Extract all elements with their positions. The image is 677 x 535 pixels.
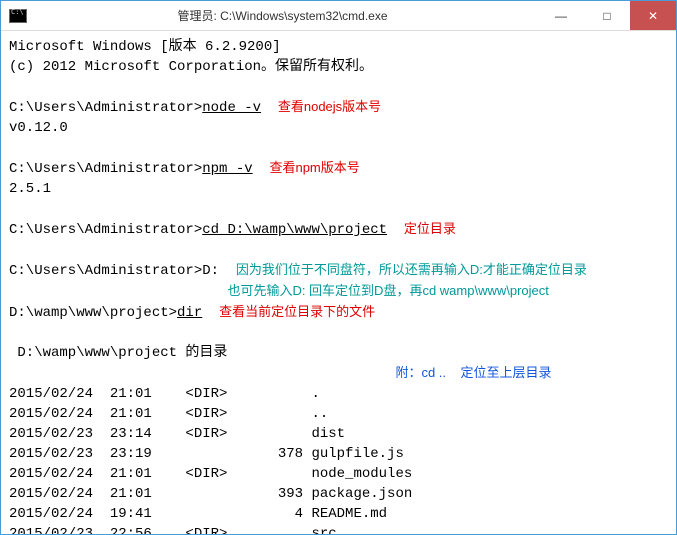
terminal-output[interactable]: Microsoft Windows [版本 6.2.9200] (c) 2012…: [1, 31, 676, 534]
out-node: v0.12.0: [9, 120, 68, 136]
prompt: C:\Users\Administrator>: [9, 263, 202, 279]
cmd-drive: D:: [202, 263, 219, 279]
cmd-icon: [9, 9, 27, 23]
window-title: 管理员: C:\Windows\system32\cmd.exe: [27, 7, 538, 24]
anno-drive-1: 因为我们位于不同盘符，所以还需再输入D:才能正确定位目录: [236, 262, 587, 277]
header-line-2: (c) 2012 Microsoft Corporation。保留所有权利。: [9, 59, 373, 75]
prompt: D:\wamp\www\project>: [9, 305, 177, 321]
dir-row: 2015/02/23 23:14 <DIR> dist: [9, 426, 345, 442]
cmd-node-v: node -v: [202, 100, 261, 116]
header-line-1: Microsoft Windows [版本 6.2.9200]: [9, 39, 281, 55]
dir-row: 2015/02/24 21:01 <DIR> node_modules: [9, 466, 412, 482]
prompt: C:\Users\Administrator>: [9, 222, 202, 238]
maximize-button[interactable]: □: [584, 1, 630, 30]
anno-npm: 查看npm版本号: [269, 160, 359, 175]
prompt: C:\Users\Administrator>: [9, 161, 202, 177]
dir-row: 2015/02/24 21:01 <DIR> .: [9, 386, 320, 402]
dir-row: 2015/02/24 19:41 4 README.md: [9, 506, 387, 522]
anno-cd: 定位目录: [404, 221, 456, 236]
close-button[interactable]: ✕: [630, 1, 676, 30]
cmd-cd: cd D:\wamp\www\project: [202, 222, 387, 238]
minimize-button[interactable]: —: [538, 1, 584, 30]
dir-header: D:\wamp\www\project 的目录: [9, 345, 227, 361]
dir-row: 2015/02/24 21:01 <DIR> ..: [9, 406, 328, 422]
dir-row: 2015/02/24 21:01 393 package.json: [9, 486, 412, 502]
out-npm: 2.5.1: [9, 181, 51, 197]
window-controls: — □ ✕: [538, 1, 676, 30]
anno-cd-up: 附：cd .. 定位至上层目录: [395, 365, 551, 380]
cmd-dir: dir: [177, 305, 202, 321]
anno-drive-2: 也可先输入D: 回车定位到D盘，再cd wamp\www\project: [227, 283, 548, 298]
cmd-npm-v: npm -v: [202, 161, 252, 177]
dir-row: 2015/02/23 23:19 378 gulpfile.js: [9, 446, 404, 462]
anno-node: 查看nodejs版本号: [278, 99, 381, 114]
anno-dir: 查看当前定位目录下的文件: [219, 304, 375, 319]
titlebar: 管理员: C:\Windows\system32\cmd.exe — □ ✕: [1, 1, 676, 31]
dir-row: 2015/02/23 22:56 <DIR> src: [9, 526, 337, 534]
prompt: C:\Users\Administrator>: [9, 100, 202, 116]
